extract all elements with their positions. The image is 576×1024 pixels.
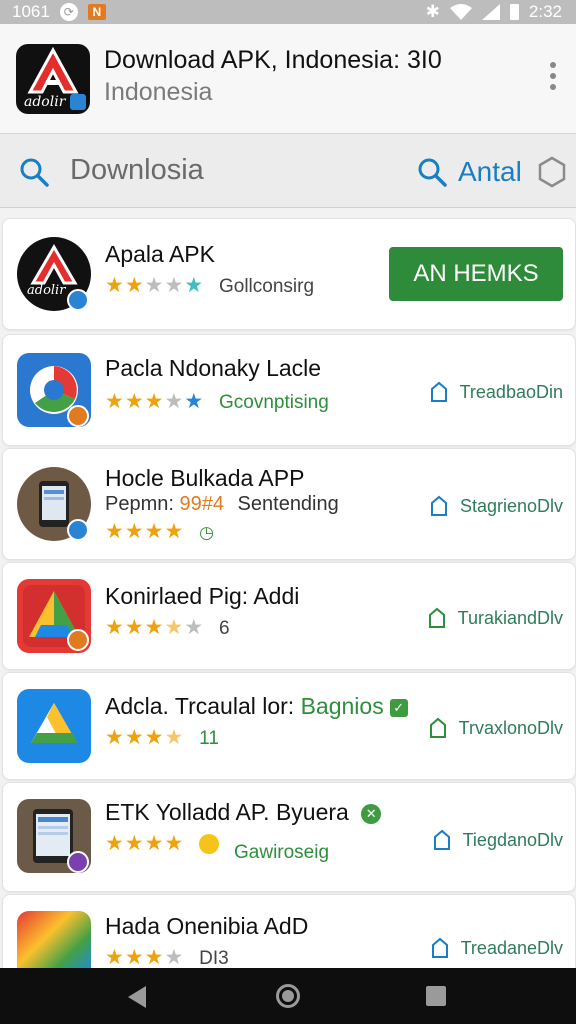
action-label: TiegdanoDlv — [462, 829, 563, 850]
wifi-icon — [449, 4, 472, 20]
download-tag-icon — [428, 607, 445, 628]
list-item[interactable]: Hocle Bulkada APP Pepmn: 99#4 Sentending… — [2, 448, 576, 560]
action-label: TurakiandDlv — [457, 607, 563, 628]
app-subline: Pepmn: 99#4 Sentending — [105, 493, 339, 515]
download-action[interactable]: TreadbaoDin — [428, 381, 563, 403]
page-title: Download APK, Indonesia: 3I0 — [104, 46, 442, 74]
list-item[interactable]: adolir Apala APK ★★★★★ Gollconsirg AN HE… — [2, 218, 576, 330]
action-label: TreadbaoDin — [459, 381, 563, 402]
signal-icon — [481, 4, 500, 20]
search-icon[interactable] — [18, 156, 50, 188]
rating-label: Gollconsirg — [218, 276, 315, 297]
action-label: TrvaxlonoDlv — [458, 717, 563, 738]
verified-badge-icon — [67, 289, 89, 311]
rating-label: Gcovnptising — [218, 392, 329, 413]
rating-stars: ★★★★ ◷ — [105, 520, 215, 543]
check-circle-icon: ✕ — [361, 803, 382, 824]
app-logo: adolir — [16, 44, 90, 114]
check-icon: ✓ — [389, 698, 408, 717]
list-item[interactable]: Konirlaed Pig: Addi ★★★★★ 6 TurakiandDlv — [2, 562, 576, 670]
bluetooth-icon: ✱ — [425, 2, 440, 21]
home-icon[interactable] — [276, 984, 300, 1008]
rating-stars: ★★★★ Gawiroseig — [105, 832, 330, 863]
download-tag-icon — [431, 937, 448, 958]
battery-icon — [509, 4, 519, 20]
profile-badge-icon — [67, 851, 89, 873]
rating-stars: ★★★★★ Gcovnptising — [105, 390, 329, 413]
page-subtitle: Indonesia — [104, 78, 213, 106]
app-header: adolir Download APK, Indonesia: 3I0 Indo… — [0, 24, 576, 134]
rating-stars: ★★★★★ 6 — [105, 616, 230, 639]
rating-stars: ★★★★ 11 — [105, 726, 219, 749]
system-nav-bar — [0, 968, 576, 1024]
app-name: Apala APK — [105, 241, 215, 267]
download-tag-icon — [429, 717, 446, 738]
list-item[interactable]: Hada Onenibia AdD ★★★★ DI3 TreadaneDlv — [2, 894, 576, 975]
search-bar: Downlosia Antal — [0, 134, 576, 208]
install-button[interactable]: AN HEMKS — [389, 247, 563, 301]
app-icon-text: adolir — [27, 283, 66, 298]
action-label: StagrienoDlv — [459, 495, 563, 516]
app-name: Hada Onenibia AdD — [105, 913, 309, 939]
download-action[interactable]: TreadaneDlv — [429, 937, 563, 959]
download-action[interactable]: TiegdanoDlv — [431, 829, 563, 851]
download-tag-icon — [430, 381, 447, 402]
status-time-right: 2:32 — [528, 2, 562, 21]
update-badge-icon — [67, 405, 89, 427]
download-action[interactable]: StagrienoDlv — [428, 495, 563, 517]
app-name: Adcla. Trcaulal lor: Bagnios ✓ — [105, 693, 408, 720]
download-action[interactable]: TurakiandDlv — [426, 607, 563, 629]
download-tag-icon — [430, 495, 447, 516]
back-icon[interactable] — [128, 986, 146, 1008]
download-tag-icon — [433, 829, 450, 850]
rating-label: 6 — [218, 618, 230, 639]
status-time-left: 1061 — [12, 2, 50, 21]
list-item[interactable]: ETK Yolladd AP. Byuera ✕ ★★★★ Gawiroseig… — [2, 782, 576, 892]
recents-icon[interactable] — [426, 986, 446, 1006]
list-item[interactable]: Pacla Ndonaky Lacle ★★★★★ Gcovnptising T… — [2, 334, 576, 446]
logo-text: adolir — [24, 94, 66, 110]
app-name: ETK Yolladd AP. Byuera ✕ — [105, 799, 382, 826]
search-input[interactable]: Downlosia — [70, 154, 204, 187]
app-name: Pacla Ndonaky Lacle — [105, 355, 322, 381]
settings-hexagon-icon[interactable] — [536, 156, 568, 188]
app-icon — [17, 911, 91, 975]
app-name: Hocle Bulkada APP — [105, 465, 305, 491]
download-action[interactable]: TrvaxlonoDlv — [427, 717, 563, 739]
update-badge-icon — [67, 629, 89, 651]
rating-stars: ★★★★★ Gollconsirg — [105, 274, 315, 297]
sync-icon: ⟳ — [59, 3, 78, 21]
verified-badge-icon — [70, 94, 86, 110]
clock-icon: ◷ — [199, 523, 215, 542]
rating-label: Gawiroseig — [234, 842, 330, 863]
rating-label: DI3 — [199, 948, 229, 969]
rating-stars: ★★★★ DI3 — [105, 946, 229, 969]
rating-label: 11 — [199, 728, 219, 749]
overflow-menu-icon[interactable] — [548, 62, 558, 94]
verified-badge-icon — [67, 519, 89, 541]
search-icon-secondary[interactable] — [416, 156, 448, 188]
search-secondary-label[interactable]: Antal — [458, 156, 522, 188]
action-label: TreadaneDlv — [460, 937, 563, 958]
notification-icon: N — [87, 4, 106, 20]
app-name: Konirlaed Pig: Addi — [105, 583, 300, 609]
coin-icon — [199, 834, 220, 855]
status-bar: 1061 ⟳ N ✱ 2:32 — [0, 0, 576, 24]
app-icon — [17, 689, 91, 763]
list-item[interactable]: Adcla. Trcaulal lor: Bagnios ✓ ★★★★ 11 Tr… — [2, 672, 576, 780]
